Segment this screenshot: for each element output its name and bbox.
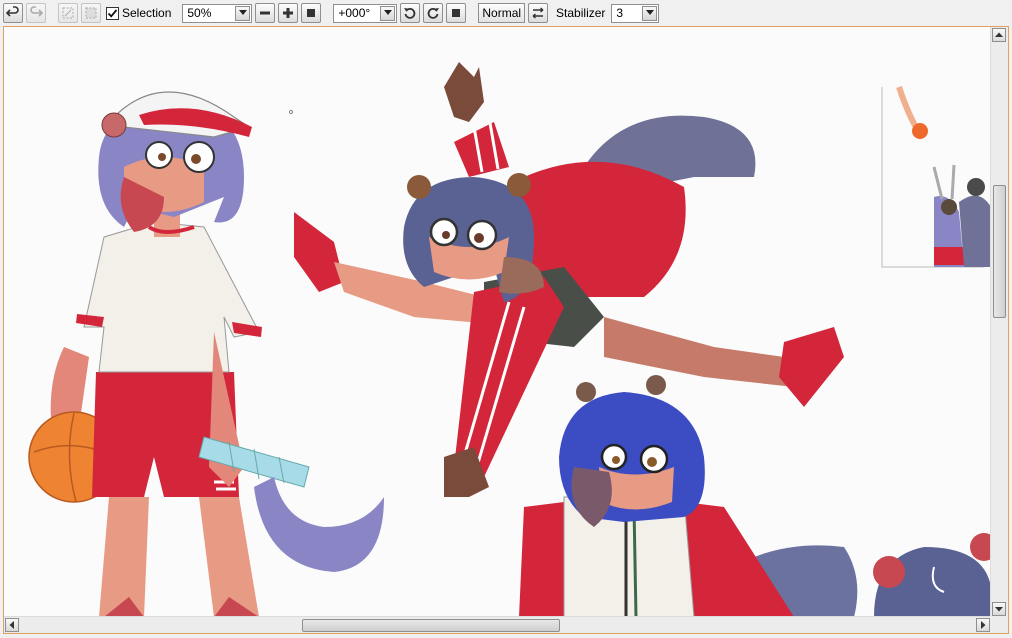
vertical-scrollbar[interactable]	[990, 27, 1008, 617]
canvas-frame	[3, 26, 1009, 634]
flip-horizontal-button[interactable]	[528, 3, 549, 23]
invert-selection-button[interactable]	[81, 3, 101, 23]
stabilizer-label: Stabilizer	[556, 6, 606, 20]
arrow-down-icon	[995, 607, 1003, 612]
arrow-right-icon	[981, 621, 986, 629]
chevron-down-icon	[645, 10, 654, 15]
redo-button[interactable]	[26, 3, 46, 23]
scroll-left-button[interactable]	[5, 618, 19, 632]
undo-icon	[6, 6, 19, 17]
rotate-ccw-icon	[404, 8, 416, 19]
horizontal-scrollbar[interactable]	[4, 616, 991, 633]
vertical-scroll-thumb[interactable]	[993, 185, 1006, 318]
zoom-select[interactable]: 50%	[182, 3, 253, 23]
selection-toggle[interactable]: Selection	[106, 6, 171, 20]
stabilizer-select[interactable]: 3	[611, 3, 660, 23]
zoom-value: 50%	[187, 6, 212, 20]
redo-icon	[30, 6, 43, 17]
artwork	[28, 62, 991, 617]
chevron-down-icon	[383, 10, 392, 15]
horizontal-scroll-thumb[interactable]	[302, 619, 560, 632]
stabilizer-value: 3	[616, 6, 624, 20]
rotation-select[interactable]: +000°	[333, 3, 398, 23]
toolbar: Selection 50% +000° Normal Stabilizer 3	[0, 0, 1012, 26]
rotation-reset-button[interactable]	[446, 3, 467, 23]
zoom-in-button[interactable]	[278, 3, 299, 23]
character-left	[28, 91, 384, 617]
rotate-cw-icon	[428, 8, 440, 19]
blend-mode-button[interactable]: Normal	[478, 3, 526, 23]
scrollbar-corner	[990, 616, 1008, 633]
square-icon	[452, 9, 461, 17]
minus-icon	[260, 11, 271, 15]
drawing-canvas[interactable]	[4, 27, 991, 617]
character-bottom	[519, 375, 858, 617]
square-icon	[307, 9, 316, 17]
invert-selection-icon	[85, 7, 97, 19]
zoom-reset-button[interactable]	[301, 3, 322, 23]
blend-mode-label: Normal	[482, 6, 522, 20]
zoom-dropdown-arrow[interactable]	[235, 5, 251, 21]
scroll-up-button[interactable]	[992, 28, 1006, 42]
chevron-down-icon	[238, 10, 247, 15]
undo-button[interactable]	[3, 3, 23, 23]
arrow-up-icon	[995, 32, 1003, 37]
stabilizer-dropdown-arrow[interactable]	[642, 5, 658, 21]
deselect-icon	[62, 7, 74, 19]
rotate-ccw-button[interactable]	[400, 3, 421, 23]
character-right-edge	[873, 86, 991, 617]
rotate-cw-button[interactable]	[423, 3, 444, 23]
scroll-down-button[interactable]	[992, 602, 1006, 616]
deselect-button[interactable]	[58, 3, 78, 23]
selection-checkbox[interactable]	[106, 6, 119, 20]
flip-horizontal-icon	[532, 7, 544, 19]
rotation-dropdown-arrow[interactable]	[380, 5, 396, 21]
scroll-right-button[interactable]	[976, 618, 990, 632]
zoom-out-button[interactable]	[255, 3, 276, 23]
plus-icon	[283, 8, 294, 18]
rotation-value: +000°	[338, 6, 371, 20]
selection-label: Selection	[122, 6, 172, 20]
checkmark-icon	[107, 8, 118, 18]
arrow-left-icon	[9, 621, 14, 629]
